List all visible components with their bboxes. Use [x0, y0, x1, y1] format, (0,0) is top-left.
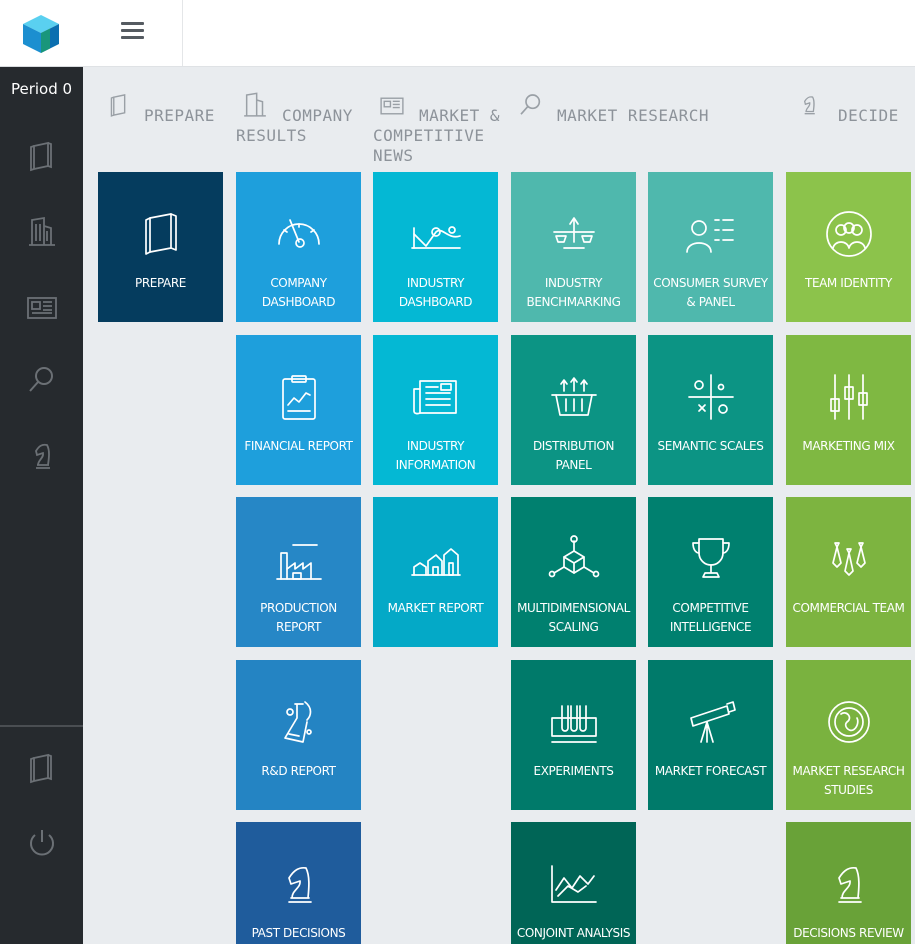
- tile-distribution-panel[interactable]: DISTRIBUTION PANEL: [511, 335, 636, 485]
- tile-label: MULTIDIMENSIONAL SCALING: [517, 601, 630, 634]
- tile-team-identity[interactable]: TEAM IDENTITY: [786, 172, 911, 322]
- tile-production-report[interactable]: PRODUCTION REPORT: [236, 497, 361, 647]
- hamburger-bar: [121, 36, 144, 39]
- tile-industry-information[interactable]: INDUSTRY INFORMATION: [373, 335, 498, 485]
- tile-label: CONJOINT ANALYSIS: [516, 926, 631, 940]
- tile-competitive-intelligence[interactable]: COMPETITIVE INTELLIGENCE: [648, 497, 773, 647]
- scatter-cross-icon: [688, 374, 734, 420]
- tile-commercial-team[interactable]: COMMERCIAL TEAM: [786, 497, 911, 647]
- tile-label: PAST DECISIONS: [251, 926, 346, 940]
- tile-label: MARKET RESEARCH STUDIES: [792, 764, 905, 797]
- tile-label: EXPERIMENTS: [533, 764, 614, 778]
- tile-label: INDUSTRY INFORMATION: [395, 439, 476, 472]
- sliders-icon: [830, 374, 868, 420]
- tile-semantic-scales[interactable]: SEMANTIC SCALES: [648, 335, 773, 485]
- book-icon: [110, 94, 126, 117]
- cube-network-icon: [548, 535, 600, 578]
- factory-icon: [276, 544, 322, 580]
- tile-rd-report[interactable]: R&D REPORT: [236, 660, 361, 810]
- book-icon[interactable]: [24, 750, 60, 786]
- tile-industry-benchmarking[interactable]: INDUSTRY BENCHMARKING: [511, 172, 636, 322]
- magnifier-icon: [520, 94, 541, 115]
- tile-label: COMMERCIAL TEAM: [792, 601, 905, 615]
- newspaper-icon[interactable]: [24, 290, 60, 326]
- tile-market-forecast[interactable]: MARKET FORECAST: [648, 660, 773, 810]
- header-decide: DECIDE: [796, 90, 911, 130]
- team-icon: [826, 211, 872, 257]
- tile-decisions-review[interactable]: DECISIONS REVIEW: [786, 822, 911, 944]
- trophy-icon: [692, 538, 730, 578]
- header-label: DECIDE: [838, 106, 899, 125]
- header-label: MARKET & COMPETITIVE NEWS: [373, 106, 501, 165]
- tile-label: PREPARE: [135, 276, 186, 290]
- tile-conjoint-analysis[interactable]: CONJOINT ANALYSIS: [511, 822, 636, 944]
- header-company-results: COMPANY RESULTS: [236, 90, 366, 150]
- chess-knight-icon: [288, 866, 312, 903]
- test-tubes-icon: [551, 705, 597, 743]
- tile-label: COMPETITIVE INTELLIGENCE: [669, 601, 752, 634]
- analysis-chart-icon: [551, 865, 597, 903]
- header-label: COMPANY RESULTS: [236, 106, 353, 145]
- tile-label: INDUSTRY BENCHMARKING: [526, 276, 621, 309]
- hamburger-bar: [121, 29, 144, 32]
- gauge-icon: [278, 219, 320, 248]
- logo-area[interactable]: [0, 0, 83, 67]
- tile-label: INDUSTRY DASHBOARD: [398, 276, 473, 309]
- tile-market-report[interactable]: MARKET REPORT: [373, 497, 498, 647]
- cube-logo-icon: [23, 15, 59, 53]
- tile-consumer-survey[interactable]: CONSUMER SURVEY & PANEL: [648, 172, 773, 322]
- flask-icon: [284, 701, 312, 743]
- newspaper-icon: [413, 380, 457, 415]
- menu-button[interactable]: [83, 0, 183, 66]
- survey-person-icon: [686, 219, 734, 253]
- clipboard-chart-icon: [282, 375, 316, 420]
- sidebar-divider: [0, 725, 83, 727]
- globe-icon: [828, 701, 870, 743]
- hamburger-icon: [121, 22, 144, 25]
- tile-label: R&D REPORT: [261, 764, 336, 778]
- tile-industry-dashboard[interactable]: INDUSTRY DASHBOARD: [373, 172, 498, 322]
- tile-label: MARKET FORECAST: [654, 764, 767, 778]
- header-market-research: MARKET RESEARCH: [516, 90, 746, 130]
- chess-knight-icon: [803, 96, 815, 115]
- tile-label: MARKET REPORT: [387, 601, 484, 615]
- tile-prepare[interactable]: PREPARE: [98, 172, 223, 322]
- tile-market-research-studies[interactable]: MARKET RESEARCH STUDIES: [786, 660, 911, 810]
- tile-marketing-mix[interactable]: MARKETING MIX: [786, 335, 911, 485]
- shopping-basket-icon: [551, 377, 597, 416]
- tile-label: FINANCIAL REPORT: [244, 439, 353, 453]
- book-icon: [145, 213, 177, 255]
- ties-icon: [832, 542, 866, 576]
- tile-label: PRODUCTION REPORT: [260, 601, 337, 634]
- header-label: MARKET RESEARCH: [557, 106, 709, 125]
- tile-label: DISTRIBUTION PANEL: [532, 439, 615, 472]
- tile-label: DECISIONS REVIEW: [793, 926, 904, 940]
- tile-multidimensional-scaling[interactable]: MULTIDIMENSIONAL SCALING: [511, 497, 636, 647]
- sidebar: Period 0: [0, 0, 83, 944]
- tile-company-dashboard[interactable]: COMPANY DASHBOARD: [236, 172, 361, 322]
- tile-label: COMPANY DASHBOARD: [261, 276, 336, 309]
- tile-experiments[interactable]: EXPERIMENTS: [511, 660, 636, 810]
- chess-knight-icon: [838, 866, 862, 903]
- tile-label: CONSUMER SURVEY & PANEL: [653, 276, 768, 309]
- tile-financial-report[interactable]: FINANCIAL REPORT: [236, 335, 361, 485]
- power-icon[interactable]: [24, 825, 60, 861]
- tile-past-decisions[interactable]: PAST DECISIONS: [236, 822, 361, 944]
- tile-label: MARKETING MIX: [802, 439, 895, 453]
- telescope-icon: [690, 701, 736, 743]
- header-market-news: MARKET & COMPETITIVE NEWS: [373, 90, 508, 170]
- magnifier-icon[interactable]: [24, 362, 60, 398]
- top-bar: [83, 0, 915, 67]
- building-icon[interactable]: [24, 214, 60, 250]
- chess-knight-icon[interactable]: [24, 438, 60, 474]
- line-chart-icon: [411, 226, 461, 249]
- header-label: PREPARE: [144, 106, 215, 125]
- houses-icon: [411, 548, 461, 576]
- scale-icon: [553, 217, 595, 249]
- tile-label: TEAM IDENTITY: [805, 276, 892, 290]
- period-label: Period 0: [10, 80, 73, 98]
- book-icon[interactable]: [24, 138, 60, 174]
- header-prepare: PREPARE: [106, 90, 231, 150]
- tile-label: SEMANTIC SCALES: [657, 439, 764, 453]
